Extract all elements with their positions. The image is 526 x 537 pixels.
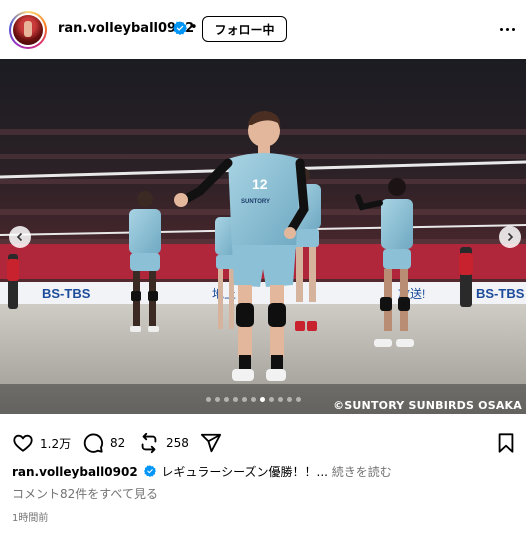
save-bookmark-icon[interactable] — [495, 432, 517, 454]
like-count: 1.2万 — [40, 436, 72, 451]
post-timestamp: 1時間前 — [12, 513, 49, 524]
repost-icon — [141, 432, 157, 454]
view-all-comments-link[interactable]: コメント82件をすべて見る — [12, 485, 158, 502]
carousel-dot — [278, 397, 283, 402]
caption-verified-icon — [143, 465, 156, 477]
like-button[interactable]: 1.2万 — [12, 432, 71, 454]
repost-count: 258 — [166, 436, 189, 450]
next-image-button[interactable] — [499, 226, 521, 248]
carousel-dot — [242, 397, 247, 402]
jersey-brand: SUNTORY — [241, 199, 270, 205]
carousel-dot — [260, 397, 265, 402]
post-photo[interactable]: BS-TBS 地上 放送! BS-TBS 12 SUNTORY — [0, 59, 526, 414]
read-more-link[interactable]: 続きを読む — [332, 465, 392, 479]
carousel-dot — [224, 397, 229, 402]
carousel-dot — [296, 397, 301, 402]
volleyball-photo-illustration: BS-TBS 地上 放送! BS-TBS 12 SUNTORY — [0, 59, 526, 414]
heart-icon — [13, 434, 33, 452]
share-button[interactable] — [200, 432, 222, 454]
comment-count: 82 — [110, 436, 126, 450]
carousel-dot — [215, 397, 220, 402]
carousel-indicator — [206, 397, 301, 402]
comment-button[interactable]: 82 — [82, 432, 125, 454]
carousel-dot — [233, 397, 238, 402]
comment-icon — [83, 433, 104, 453]
carousel-dot — [269, 397, 274, 402]
jersey-number: 12 — [252, 176, 268, 192]
photo-watermark: ©SUNTORY SUNBIRDS OSAKA — [333, 399, 522, 412]
carousel-dot — [251, 397, 256, 402]
post-caption: ran.volleyball0902 レギュラーシーズン優勝！！... 続きを読… — [12, 463, 392, 480]
more-options-icon[interactable] — [497, 19, 517, 39]
previous-image-button[interactable] — [9, 226, 31, 248]
share-icon — [200, 433, 222, 453]
caption-username[interactable]: ran.volleyball0902 — [12, 465, 138, 479]
chevron-right-icon — [507, 232, 514, 242]
chevron-left-icon — [16, 232, 23, 242]
caption-text: レギュラーシーズン優勝！！... — [161, 465, 328, 479]
avatar-image — [13, 15, 43, 45]
verified-badge-icon — [173, 21, 187, 35]
following-button[interactable]: フォロー中 — [202, 16, 287, 42]
post-header: ran.volleyball0902 • フォロー中 — [0, 0, 526, 58]
carousel-dot — [287, 397, 292, 402]
board-text-left: BS-TBS — [42, 286, 91, 301]
carousel-dot — [206, 397, 211, 402]
header-separator: • — [190, 20, 198, 35]
repost-button[interactable]: 258 — [138, 432, 189, 454]
board-text-right: BS-TBS — [476, 286, 525, 301]
avatar[interactable] — [9, 11, 47, 49]
post-actions: 1.2万 82 258 — [0, 428, 526, 458]
